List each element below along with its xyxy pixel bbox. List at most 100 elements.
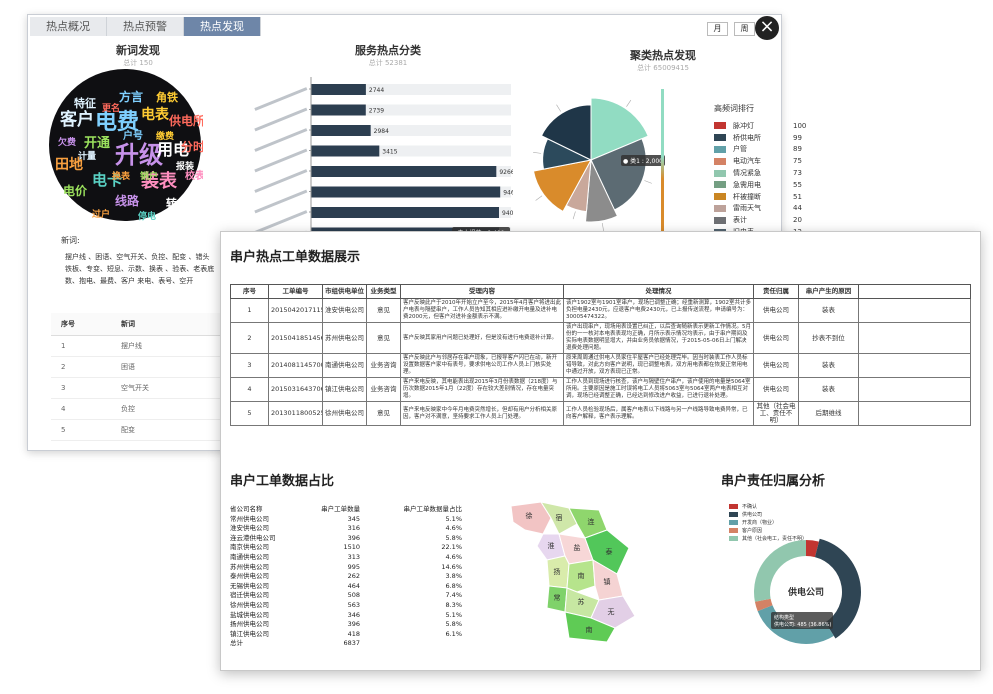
ratio-company: 扬州供电公司: [230, 620, 269, 629]
work-order-cell-id: 20150420171151: [268, 298, 323, 323]
bar[interactable]: [311, 104, 366, 116]
table-row[interactable]: 淮安供电公司 316 4.6%: [230, 524, 470, 534]
cloud-word: 方言: [119, 89, 143, 104]
work-order-cell-type: 意见: [366, 322, 401, 354]
ranking-item[interactable]: 电动汽车 75: [714, 155, 808, 167]
cloud-word: 电表: [141, 106, 170, 123]
cluster-scroll-bar[interactable]: [661, 89, 664, 239]
bar[interactable]: [311, 166, 497, 177]
bar[interactable]: [311, 186, 501, 198]
table-row[interactable]: 南通供电公司 313 4.6%: [230, 553, 470, 563]
table-row[interactable]: 3 空气开关: [51, 377, 223, 399]
table-row[interactable]: 扬州供电公司 396 5.8%: [230, 620, 470, 630]
table-row[interactable]: 220150418514568苏州供电公司意见客户反映其家用户问题已处理好，但是…: [230, 322, 971, 354]
legend-item[interactable]: 开发商（物业）: [729, 518, 807, 526]
cloud-word: 电价: [63, 183, 88, 198]
table-row[interactable]: 泰州供电公司 262 3.8%: [230, 572, 470, 582]
table-row[interactable]: 4 负控: [51, 398, 223, 420]
table-row[interactable]: 连云港供电公司 396 5.8%: [230, 534, 470, 544]
ratio-count: 262: [347, 572, 361, 581]
cloud-word: 报装: [176, 160, 195, 172]
table-row[interactable]: 苏州供电公司 995 14.6%: [230, 563, 470, 573]
table-row[interactable]: 宿迁供电公司 508 7.4%: [230, 591, 470, 601]
ratio-company: 徐州供电公司: [230, 600, 269, 609]
ranking-swatch: [714, 169, 726, 177]
service-hotspot-bar-chart: 27442739298434159266946094009400电力报装 : 9…: [254, 77, 513, 235]
ranking-item[interactable]: 桥供电所 99: [714, 132, 808, 144]
work-order-cell-reason: 装表: [798, 298, 859, 323]
table-row[interactable]: 420150316437063镇江供电公司业务咨询客户来电反映，其电能表出现20…: [230, 377, 971, 402]
legend-swatch: [729, 503, 738, 509]
bar[interactable]: [311, 125, 371, 136]
tab-hotspot-discovery[interactable]: 热点发现: [184, 17, 261, 36]
ranking-item[interactable]: 户管 89: [714, 144, 808, 156]
work-order-cell-no: 4: [230, 377, 269, 402]
category-tick-label: [254, 189, 308, 214]
map-region-label: 盐: [574, 543, 581, 552]
ranking-item[interactable]: 雷雨天气 44: [714, 203, 808, 215]
ranking-item[interactable]: 杆被撞断 51: [714, 191, 808, 203]
ratio-company: 南通供电公司: [230, 552, 269, 561]
ranking-item[interactable]: 急需用电 55: [714, 179, 808, 191]
table-row[interactable]: 1 摆户线: [51, 335, 223, 357]
ranking-item[interactable]: 表计 20: [714, 214, 808, 226]
bar[interactable]: [311, 145, 380, 157]
table-row[interactable]: 120150420171151淮安供电公司意见客户反映此户于2010年开始立户至…: [230, 298, 971, 323]
legend-item[interactable]: 不确认: [729, 502, 807, 510]
work-order-cell-handling: 工作人员检验现场后，属客户电表以下线路与另一户线路导致电费异常，已向客户解释，客…: [563, 401, 754, 426]
ratio-percent: 4.6%: [445, 524, 462, 533]
ratio-count: 396: [347, 533, 361, 542]
ratio-percent: 6.8%: [445, 581, 462, 590]
cell-index: 3: [51, 377, 111, 399]
bar[interactable]: [311, 84, 366, 95]
week-button[interactable]: 周: [734, 22, 755, 36]
table-row[interactable]: 常州供电公司 345 5.1%: [230, 515, 470, 525]
ratio-company: 淮安供电公司: [230, 524, 269, 533]
tab-hotspot-warning[interactable]: 热点预警: [107, 17, 184, 36]
ratio-percent: 5.8%: [445, 533, 462, 542]
ranking-item[interactable]: 情况紧急 73: [714, 167, 808, 179]
ratio-count: 345: [347, 514, 361, 523]
month-button[interactable]: 月: [707, 22, 728, 36]
service-hotspot-total: 总计 52381: [368, 59, 408, 67]
ranking-item[interactable]: 脉冲灯 100: [714, 120, 808, 132]
pie-label-line: [601, 222, 604, 231]
table-row[interactable]: 盐城供电公司 346 5.1%: [230, 611, 470, 621]
map-region-label: 苏: [578, 597, 585, 606]
tab-bar: 热点概况 热点预警 热点发现: [30, 17, 261, 36]
table-row[interactable]: 2 困语: [51, 356, 223, 378]
ratio-percent: 7.4%: [445, 591, 462, 600]
work-order-cell-content: 客户反映此户于2010年开始立户至今，2015年4月客户将进出此户电表与隔壁串户…: [400, 298, 564, 323]
table-row[interactable]: 5 配变: [51, 419, 223, 441]
ratio-total-label: 总计: [230, 639, 243, 648]
tab-hotspot-overview[interactable]: 热点概况: [30, 17, 107, 36]
ranking-word: 情况紧急: [733, 169, 761, 178]
table-row[interactable]: 520130118005250徐州供电公司意见客户来电反映家中今年月电费突然增长…: [230, 401, 971, 426]
cluster-hotspot-total: 总计 65009415: [637, 64, 689, 72]
table-row[interactable]: 徐州供电公司 563 8.3%: [230, 601, 470, 611]
table-row[interactable]: 南京供电公司 1510 22.1%: [230, 543, 470, 553]
cloud-word: 角铁: [156, 90, 178, 104]
ranking-swatch: [714, 181, 726, 189]
work-order-cell-handling: 该户1902室与1901室串户，现场已调整正确；经重新测算，1902室共计多负担…: [563, 298, 754, 323]
legend-item[interactable]: 供电公司: [729, 510, 807, 518]
ranking-count: 55: [793, 180, 802, 189]
pie-label-line: [626, 99, 632, 107]
work-order-cell-unit: 徐州供电公司: [322, 401, 367, 426]
work-order-cell-handling: 原来周周通过供电人员家住平屋客户已经处理完毕。因当时装表工作人员标错导致，对此方…: [563, 353, 754, 378]
ratio-percent: 5.8%: [445, 620, 462, 629]
close-icon[interactable]: ×: [755, 16, 779, 40]
ranking-count: 73: [793, 169, 802, 178]
work-order-cell-resp: 供电公司: [753, 298, 799, 323]
ratio-company: 镇江供电公司: [230, 629, 269, 638]
ranking-count: 44: [793, 204, 802, 213]
table-row[interactable]: 镇江供电公司 418 6.1%: [230, 630, 470, 640]
work-order-table: 序号 工单编号 市组供电单位 业务类型 受理内容 处理情况 责任归属 串户产生的原因 1 201…: [230, 284, 971, 426]
cell-word: 空气开关: [111, 377, 223, 399]
table-row[interactable]: 无锡供电公司 464 6.8%: [230, 582, 470, 592]
bar[interactable]: [311, 207, 499, 218]
work-order-cell-resp: 供电公司: [753, 353, 799, 378]
table-row[interactable]: 320140811457000南通供电公司业务咨询客户反映此户与邻居存在串户现象…: [230, 353, 971, 378]
cloud-word: 过户: [92, 208, 110, 220]
work-order-cell-id: 20130118005250: [268, 401, 323, 426]
